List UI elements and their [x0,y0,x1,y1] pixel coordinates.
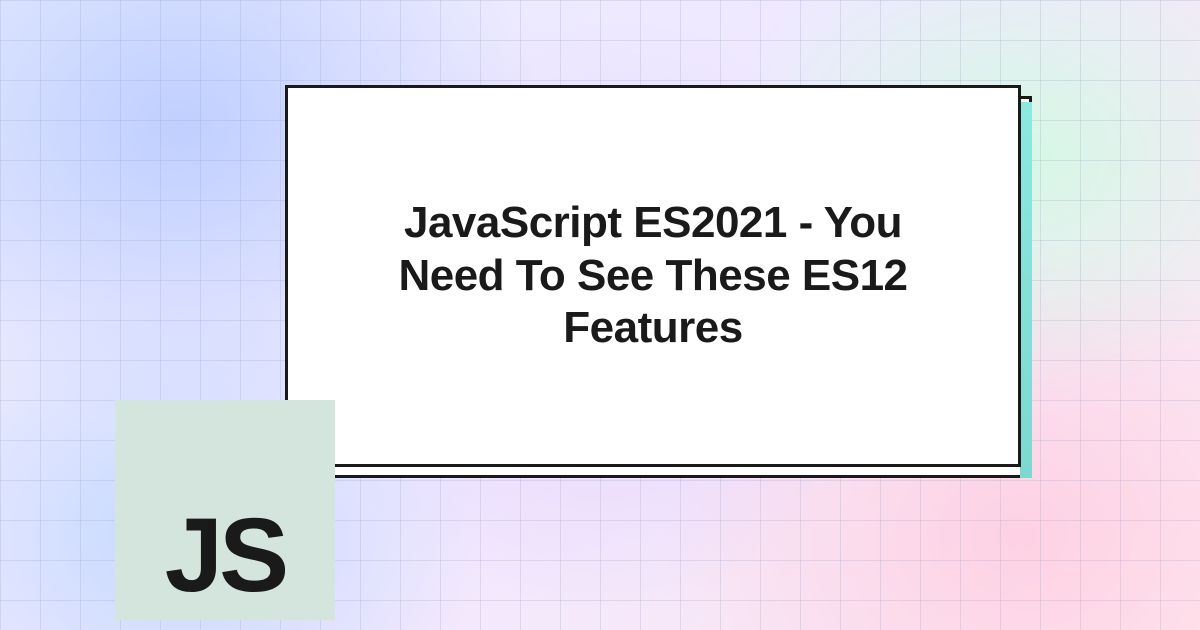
js-badge-text: JS [165,503,285,608]
title-card: JavaScript ES2021 - You Need To See Thes… [285,85,1021,467]
js-badge: JS [115,400,335,620]
card-title: JavaScript ES2021 - You Need To See Thes… [348,197,958,355]
